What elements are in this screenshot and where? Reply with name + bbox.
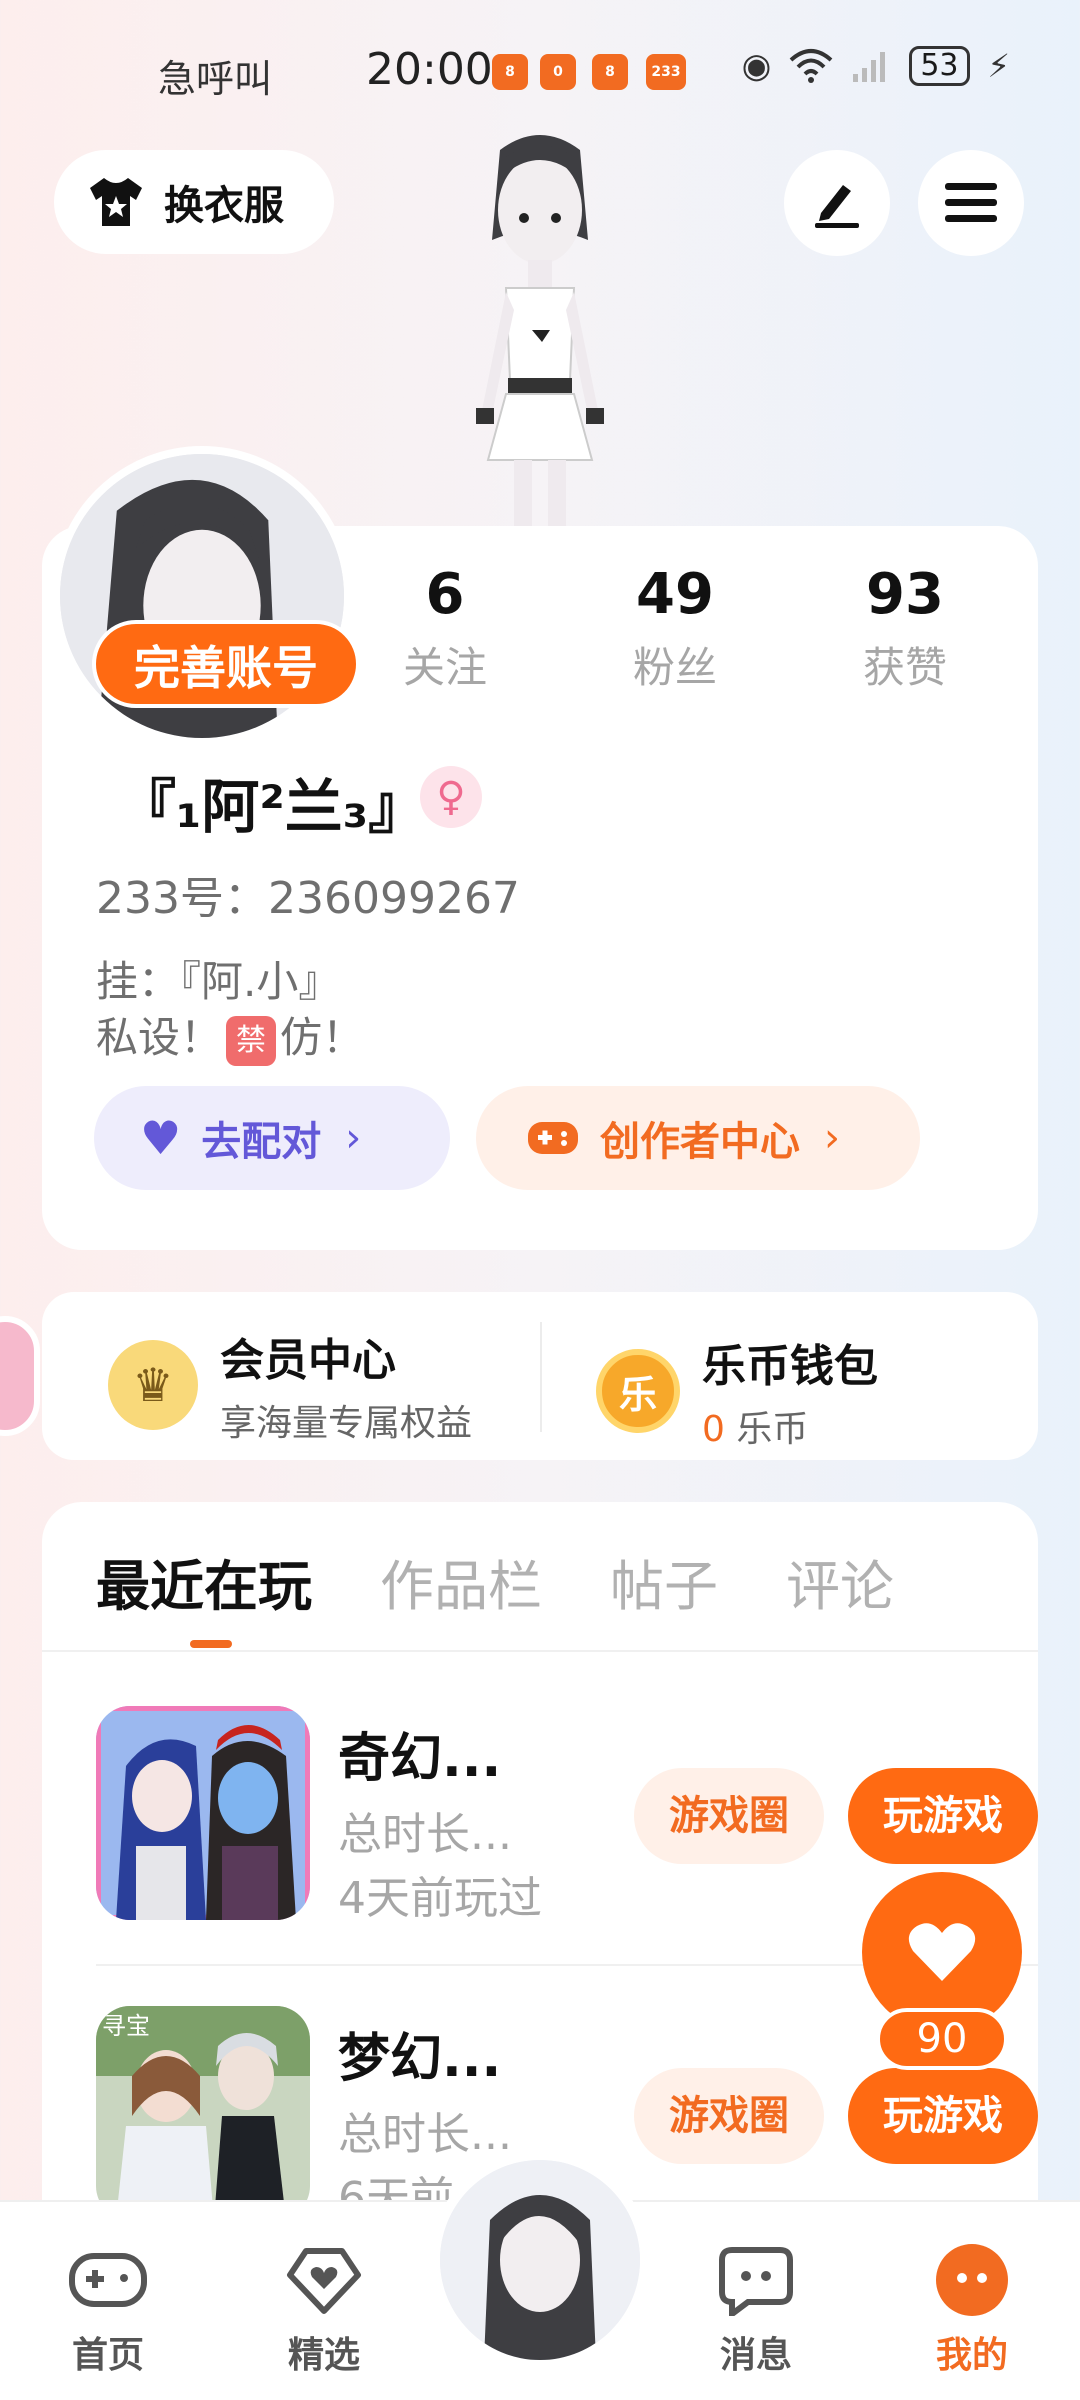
nav-home[interactable]: 首页 — [38, 2240, 178, 2378]
nav-profile-label: 我的 — [935, 2335, 1008, 2376]
menu-button[interactable] — [918, 150, 1024, 256]
following-stat[interactable]: 6 关注 — [330, 560, 560, 695]
app-notification-icon: 8 — [492, 54, 528, 90]
play-game-button[interactable]: 玩游戏 — [848, 2068, 1038, 2164]
bio-text: 私设！ — [96, 1013, 223, 1062]
bio-line-1: 挂：『阿.小』 — [96, 957, 341, 1006]
floating-side-widget[interactable] — [0, 1316, 40, 1436]
complete-account-button[interactable]: 完善账号 — [92, 620, 360, 708]
match-label: 去配对 — [201, 1119, 322, 1165]
pen-icon — [815, 185, 859, 228]
wallet-balance: 0 乐币 — [702, 1400, 878, 1452]
followers-label: 粉丝 — [632, 643, 717, 692]
clock: 20:00 — [366, 44, 493, 95]
game-last-played: 4天前玩过 — [338, 1873, 542, 1924]
member-center-entry[interactable]: ♛ 会员中心 享海量专属权益 — [108, 1324, 472, 1446]
coin-icon: 乐 — [596, 1349, 680, 1433]
divider — [540, 1322, 542, 1432]
tab-works[interactable]: 作品栏 — [380, 1542, 542, 1621]
following-label: 关注 — [402, 643, 487, 692]
crown-icon: ♛ — [108, 1340, 198, 1430]
game-icon[interactable]: 寻宝 — [96, 2006, 310, 2220]
like-count-badge: 90 — [876, 2008, 1008, 2070]
tab-recently-played[interactable]: 最近在玩 — [96, 1542, 312, 1621]
wifi-icon — [790, 49, 833, 83]
game-icon-tag: 寻宝 — [102, 2012, 150, 2040]
followers-count: 49 — [636, 562, 714, 627]
gamepad-icon — [69, 2253, 147, 2307]
game-list-item[interactable]: 奇幻... 总时长... 4天前玩过 游戏圈 玩游戏 — [96, 1706, 1038, 1926]
bio-line-2: 私设！禁仿！ — [96, 1004, 364, 1066]
wallet-title: 乐币钱包 — [702, 1341, 878, 1392]
tab-posts[interactable]: 帖子 — [610, 1542, 718, 1621]
profile-face-icon — [936, 2244, 1008, 2316]
nav-avatar-button[interactable] — [430, 2150, 650, 2370]
game-circle-button[interactable]: 游戏圈 — [634, 1768, 824, 1864]
nav-home-label: 首页 — [71, 2335, 144, 2376]
nickname: 『₁阿²兰₃』 — [118, 773, 427, 841]
member-center-title: 会员中心 — [220, 1335, 396, 1386]
followers-stat[interactable]: 49 粉丝 — [560, 560, 790, 695]
signal-icon — [853, 52, 886, 82]
game-duration: 总时长... — [338, 2109, 512, 2160]
membership-card: ♛ 会员中心 享海量专属权益 乐 乐币钱包 0 乐币 — [42, 1292, 1038, 1460]
hamburger-icon — [945, 183, 997, 222]
battery-indicator: 53 — [909, 46, 970, 86]
change-outfit-label: 换衣服 — [164, 183, 284, 229]
game-title: 梦幻... — [338, 2029, 502, 2089]
status-icons: ◉ 53 ⚡ — [742, 46, 1010, 86]
play-game-button[interactable]: 玩游戏 — [848, 1768, 1038, 1864]
profile-tabs: 最近在玩 作品栏 帖子 评论 — [96, 1542, 894, 1621]
profile-stats: 6 关注 49 粉丝 93 获赞 — [330, 560, 1030, 695]
following-count: 6 — [425, 562, 465, 627]
avatar-3d-figure[interactable] — [410, 120, 670, 530]
creator-center-button[interactable]: 创作者中心 › — [476, 1086, 920, 1190]
heart-icon — [908, 1923, 976, 1981]
app-notification-icon: 0 — [540, 54, 576, 90]
change-outfit-button[interactable]: 换衣服 — [54, 150, 334, 254]
nav-profile[interactable]: 我的 — [902, 2240, 1042, 2378]
game-circle-button[interactable]: 游戏圈 — [634, 2068, 824, 2164]
heart-icon: ♥ — [140, 1111, 182, 1165]
likes-count: 93 — [866, 562, 944, 627]
nav-featured[interactable]: 精选 — [254, 2240, 394, 2378]
creator-center-label: 创作者中心 — [600, 1119, 800, 1165]
wallet-unit: 乐币 — [736, 1409, 809, 1450]
game-icon[interactable] — [96, 1706, 310, 1920]
member-center-subtitle: 享海量专属权益 — [220, 1403, 473, 1444]
eye-icon: ◉ — [741, 46, 772, 86]
nav-featured-label: 精选 — [287, 2335, 360, 2376]
tab-comments[interactable]: 评论 — [786, 1542, 894, 1621]
divider — [42, 1650, 1038, 1652]
female-icon: ♀ — [420, 766, 482, 828]
nav-messages-label: 消息 — [719, 2335, 792, 2376]
charging-icon: ⚡ — [987, 47, 1010, 85]
match-button[interactable]: ♥ 去配对 › — [94, 1086, 450, 1190]
heart-diamond-icon — [287, 2248, 361, 2314]
game-title: 奇幻... — [338, 1729, 502, 1789]
wallet-amount: 0 — [702, 1409, 725, 1450]
shirt-icon — [90, 178, 142, 226]
nav-messages[interactable]: 消息 — [686, 2240, 826, 2378]
user-id[interactable]: 233号：236099267 — [96, 862, 520, 926]
gamepad-icon — [528, 1122, 578, 1154]
status-bar: 急呼叫 20:00 8 0 8 233 ◉ 53 ⚡ — [0, 0, 1080, 140]
app-notification-icon: 8 — [592, 54, 628, 90]
edit-button[interactable] — [784, 150, 890, 256]
likes-label: 获赞 — [862, 643, 947, 692]
chevron-right-icon: › — [345, 1115, 362, 1161]
game-duration: 总时长... — [338, 1809, 512, 1860]
active-tab-indicator — [190, 1640, 232, 1648]
bio-text: 仿！ — [280, 1013, 365, 1062]
emergency-call-text: 急呼叫 — [158, 57, 273, 101]
likes-stat[interactable]: 93 获赞 — [790, 560, 1020, 695]
ban-emoji-icon: 禁 — [226, 1015, 277, 1066]
chat-bubble-icon — [719, 2247, 793, 2316]
wallet-entry[interactable]: 乐 乐币钱包 0 乐币 — [596, 1330, 878, 1452]
chevron-right-icon: › — [824, 1115, 840, 1161]
app-notification-icon: 233 — [646, 54, 686, 90]
